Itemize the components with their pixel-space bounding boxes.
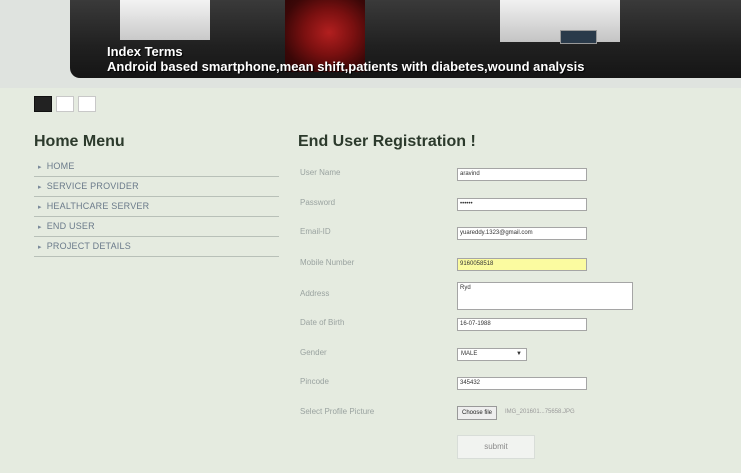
username-input[interactable]: aravind xyxy=(457,168,587,181)
arrow-right-icon: ▸ xyxy=(38,204,42,211)
menu-item-label: SERVICE PROVIDER xyxy=(46,181,139,191)
address-textarea[interactable]: Ryd xyxy=(457,282,633,310)
gender-select-value: MALE xyxy=(461,351,478,357)
mobile-input[interactable]: 9160058518 xyxy=(457,258,587,271)
menu-item-healthcare-server[interactable]: ▸ HEALTHCARE SERVER xyxy=(34,197,279,217)
sidebar-heading: Home Menu xyxy=(34,133,125,150)
sidebar: Home Menu ▸ HOME ▸ SERVICE PROVIDER ▸ HEALT… xyxy=(34,133,279,257)
slider-dot-1[interactable] xyxy=(34,96,52,112)
password-input[interactable]: •••••• xyxy=(457,198,587,211)
slider-dot-3[interactable] xyxy=(78,96,96,112)
banner-title-line2: Android based smartphone,mean shift,pati… xyxy=(107,59,585,74)
gender-select[interactable]: MALE ▼ xyxy=(457,348,527,361)
gender-label: Gender xyxy=(300,348,327,357)
dob-input[interactable]: 16-07-1988 xyxy=(457,318,587,331)
pincode-input[interactable]: 345432 xyxy=(457,377,587,390)
banner-highlight xyxy=(120,0,210,40)
password-label: Password xyxy=(300,198,336,207)
picture-label: Select Profile Picture xyxy=(300,407,375,416)
pincode-label: Pincode xyxy=(300,377,329,386)
dob-label: Date of Birth xyxy=(300,318,345,327)
dob-row: Date of Birth 16-07-1988 xyxy=(300,318,720,348)
username-label: User Name xyxy=(300,168,341,177)
arrow-right-icon: ▸ xyxy=(38,184,42,191)
arrow-right-icon: ▸ xyxy=(38,244,42,251)
menu-item-label: HOME xyxy=(46,161,75,171)
banner-title: Index Terms Android based smartphone,mea… xyxy=(107,44,584,74)
submit-button[interactable]: submit xyxy=(457,435,535,459)
menu-item-project-details[interactable]: ▸ PROJECT DETAILS xyxy=(34,237,279,257)
banner-title-line1: Index Terms xyxy=(107,44,183,59)
menu-item-service-provider[interactable]: ▸ SERVICE PROVIDER xyxy=(34,177,279,197)
gender-row: Gender MALE ▼ xyxy=(300,348,720,378)
choose-file-button[interactable]: Choose file xyxy=(457,406,498,420)
selected-file-name: IMG_201601...75658.JPG xyxy=(505,409,575,415)
slider-dot-2[interactable] xyxy=(56,96,74,112)
menu-item-label: END USER xyxy=(46,221,95,231)
banner-device-screen xyxy=(560,30,597,44)
password-row: Password •••••• xyxy=(300,198,720,228)
email-label: Email-ID xyxy=(300,227,331,236)
address-row: Address Ryd xyxy=(300,282,720,312)
address-label: Address xyxy=(300,289,330,298)
pincode-row: Pincode 345432 xyxy=(300,377,720,407)
username-row: User Name aravind xyxy=(300,168,720,198)
form-title: End User Registration ! xyxy=(298,133,476,150)
email-row: Email-ID yuareddy.1323@gmail.com xyxy=(300,227,720,257)
menu-item-label: HEALTHCARE SERVER xyxy=(46,201,150,211)
menu-item-label: PROJECT DETAILS xyxy=(46,241,131,251)
menu-item-home[interactable]: ▸ HOME xyxy=(34,157,279,177)
arrow-right-icon: ▸ xyxy=(38,164,42,171)
header-banner: Index Terms Android based smartphone,mea… xyxy=(0,0,741,88)
mobile-label: Mobile Number xyxy=(300,258,355,267)
email-input[interactable]: yuareddy.1323@gmail.com xyxy=(457,227,587,240)
caret-down-icon: ▼ xyxy=(516,351,522,357)
menu-item-end-user[interactable]: ▸ END USER xyxy=(34,217,279,237)
arrow-right-icon: ▸ xyxy=(38,224,42,231)
slider-pagination xyxy=(34,96,96,112)
picture-row: Select Profile Picture Choose file IMG_2… xyxy=(300,406,720,437)
